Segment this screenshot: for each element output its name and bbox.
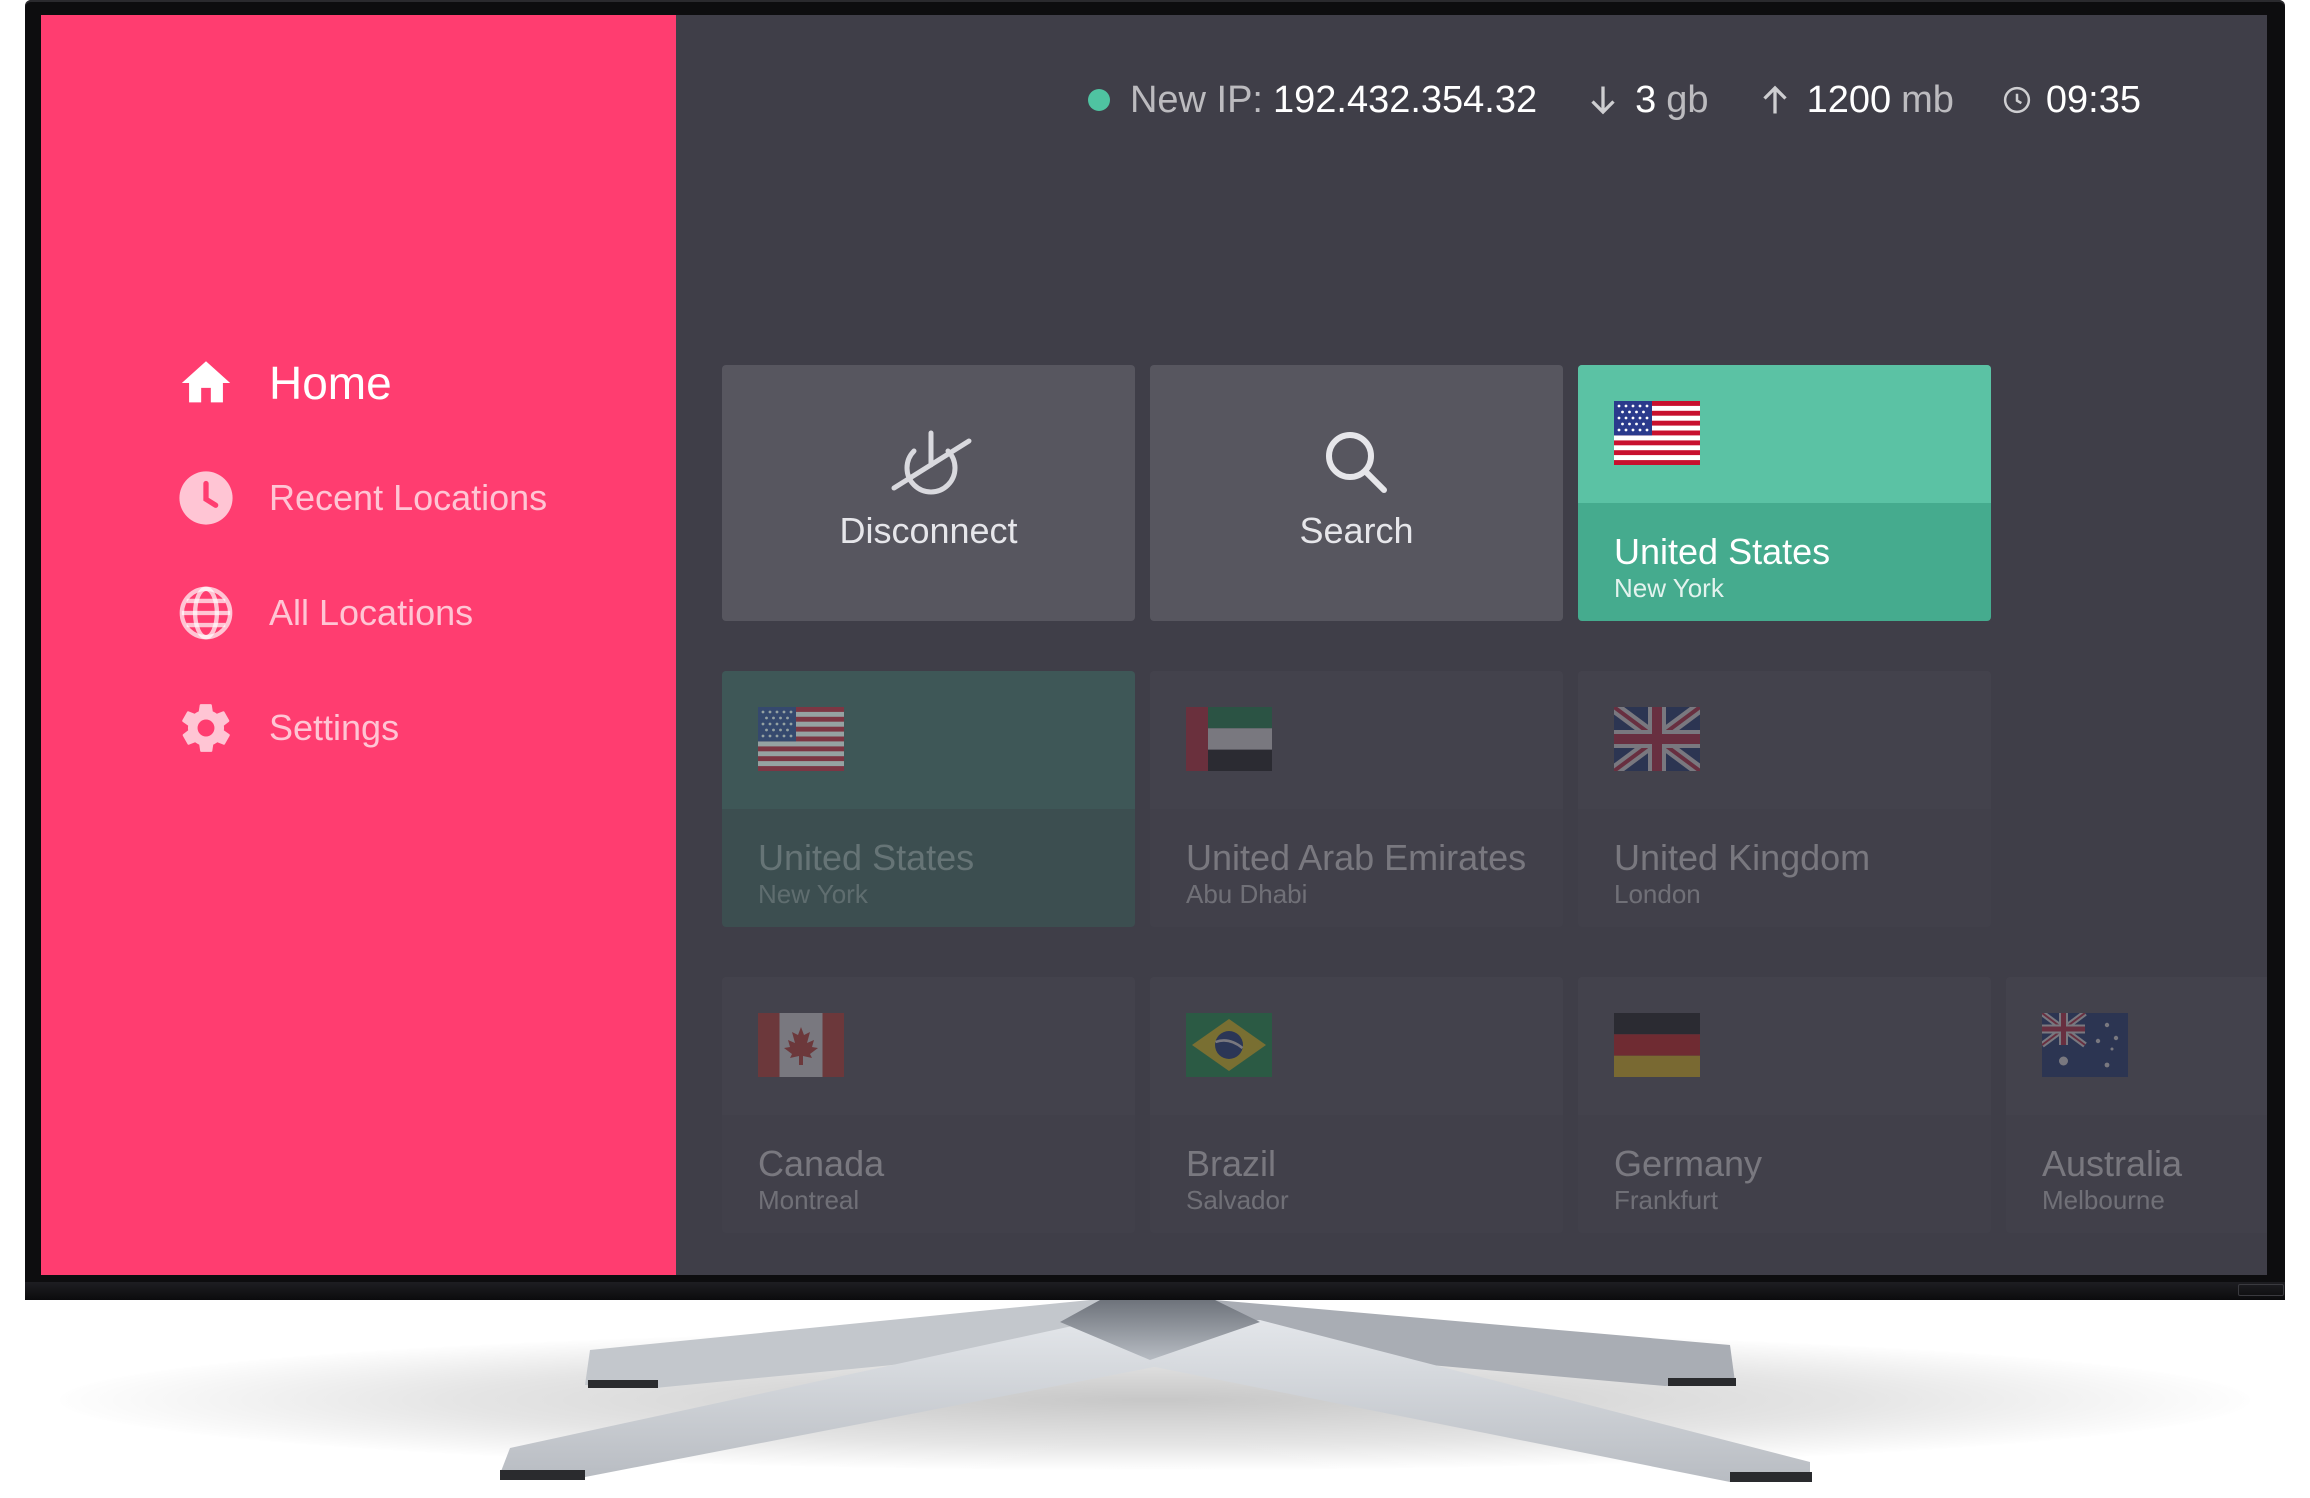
clock-icon — [177, 469, 235, 527]
arrow-down-icon — [1591, 86, 1615, 115]
location-tile[interactable]: Canada Montreal — [722, 977, 1135, 1233]
sidebar: Home Recent Locations All Locations Sett… — [41, 15, 676, 1275]
disconnect-icon — [722, 423, 1135, 503]
uk-flag-icon — [1614, 707, 1700, 771]
location-city: New York — [758, 879, 868, 909]
location-country: United States — [1614, 531, 1831, 572]
location-tile[interactable]: Germany Frankfurt — [1578, 977, 1991, 1233]
sidebar-item-home[interactable]: Home — [177, 348, 392, 418]
sidebar-item-recent-locations[interactable]: Recent Locations — [177, 463, 547, 533]
location-country: Germany — [1614, 1143, 1763, 1184]
location-tile[interactable]: United Kingdom London — [1578, 671, 1991, 927]
disconnect-label: Disconnect — [839, 510, 1018, 551]
location-city: New York — [1614, 573, 1724, 603]
globe-icon — [177, 584, 235, 642]
location-country: United Kingdom — [1614, 837, 1871, 878]
ip-status: New IP: 192.432.354.32 — [1087, 78, 1538, 122]
location-country: Brazil — [1186, 1143, 1277, 1184]
location-country: Australia — [2042, 1143, 2183, 1184]
search-label: Search — [1299, 510, 1414, 551]
clock-small-icon — [2003, 86, 2031, 114]
download-unit: gb — [1666, 78, 1709, 121]
location-tile[interactable]: United Arab Emirates Abu Dhabi — [1150, 671, 1563, 927]
sidebar-item-label: All Locations — [269, 592, 474, 633]
status-bar: New IP: 192.432.354.32 3 gb 1200 mb 09:3… — [41, 70, 2141, 130]
sidebar-item-settings[interactable]: Settings — [177, 693, 399, 763]
sidebar-item-all-locations[interactable]: All Locations — [177, 578, 473, 648]
featured-location-tile[interactable]: United States New York — [1578, 365, 1991, 621]
tv-screen: Home Recent Locations All Locations Sett… — [41, 15, 2267, 1275]
connection-status-dot — [1087, 89, 1110, 111]
download-status: 3 gb — [1585, 78, 1709, 122]
canada-flag-icon — [758, 1013, 844, 1077]
brazil-flag-icon — [1186, 1013, 1272, 1077]
time-status: 09:35 — [2002, 79, 2141, 122]
location-tile[interactable]: Australia Melbourne — [2006, 977, 2267, 1233]
location-tile[interactable]: United States New York — [722, 671, 1135, 927]
sidebar-item-label: Settings — [269, 707, 400, 748]
location-city: Salvador — [1186, 1185, 1289, 1215]
search-button[interactable]: Search — [1150, 365, 1563, 621]
search-icon — [1150, 423, 1563, 503]
us-flag-icon — [1614, 401, 1700, 465]
gear-icon — [177, 699, 235, 757]
ip-label: New IP: — [1129, 78, 1263, 121]
tv-power-indicator — [2238, 1284, 2284, 1296]
location-country: United States — [758, 837, 975, 878]
disconnect-button[interactable]: Disconnect — [722, 365, 1135, 621]
location-tile[interactable]: Brazil Salvador — [1150, 977, 1563, 1233]
location-city: Abu Dhabi — [1186, 879, 1308, 909]
home-icon — [177, 354, 235, 412]
location-country: Canada — [758, 1143, 885, 1184]
download-value: 3 — [1635, 78, 1657, 121]
upload-value: 1200 — [1806, 78, 1892, 121]
upload-unit: mb — [1901, 78, 1954, 121]
germany-flag-icon — [1614, 1013, 1700, 1077]
sidebar-item-label: Home — [269, 357, 392, 409]
tv-bottom-edge — [25, 1282, 2285, 1300]
arrow-up-icon — [1762, 85, 1787, 114]
location-city: Frankfurt — [1614, 1185, 1719, 1215]
clock-time: 09:35 — [2045, 78, 2141, 121]
us-flag-icon — [758, 707, 844, 771]
location-city: London — [1614, 879, 1701, 909]
uae-flag-icon — [1186, 707, 1272, 771]
sidebar-item-label: Recent Locations — [269, 477, 548, 518]
australia-flag-icon — [2042, 1013, 2128, 1077]
upload-status: 1200 mb — [1757, 79, 1954, 122]
location-city: Montreal — [758, 1185, 860, 1215]
location-city: Melbourne — [2042, 1185, 2165, 1215]
location-country: United Arab Emirates — [1186, 837, 1527, 878]
ip-value: 192.432.354.32 — [1272, 78, 1538, 121]
